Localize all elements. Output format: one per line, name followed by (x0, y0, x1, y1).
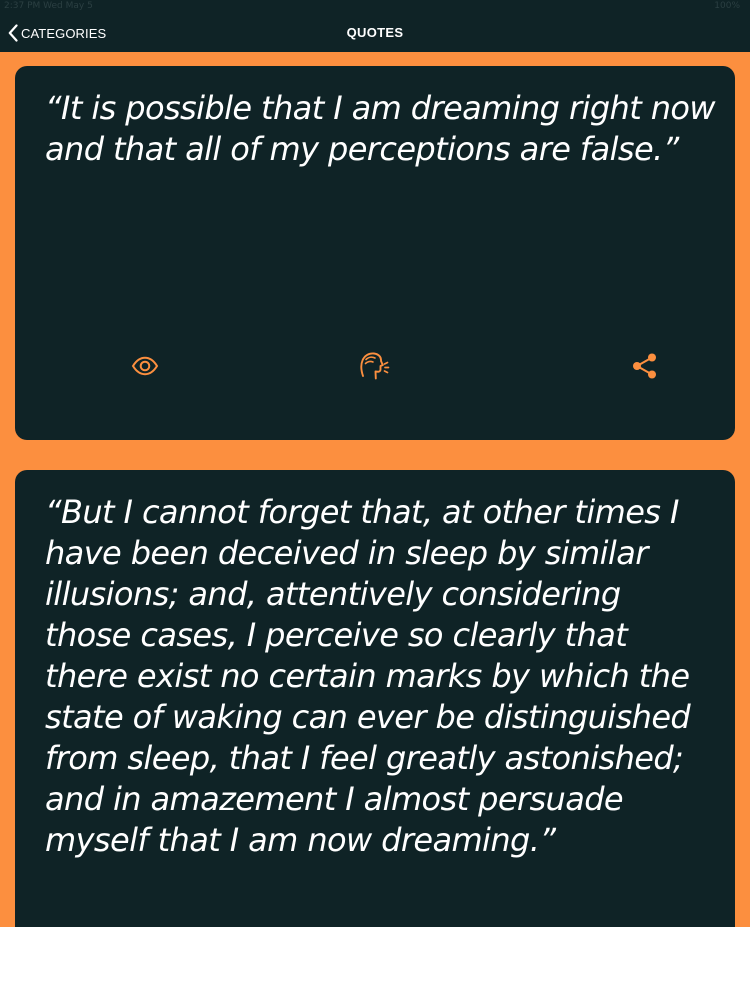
quote-text: “It is possible that I am dreaming right… (45, 89, 716, 168)
eye-icon (131, 356, 159, 380)
share-quote-button[interactable] (628, 352, 662, 384)
quotes-screen: 2:37 PM Wed May 5 100% CATEGORIES QUOTES… (0, 0, 750, 927)
speaking-head-icon (358, 351, 390, 385)
status-bar: 2:37 PM Wed May 5 100% (0, 0, 750, 14)
quote-card: “But I cannot forget that, at other time… (15, 470, 735, 927)
view-quote-button[interactable] (128, 352, 162, 384)
page-title: QUOTES (346, 25, 404, 40)
quote-card: “It is possible that I am dreaming right… (15, 66, 735, 440)
speak-quote-button[interactable] (357, 352, 391, 384)
share-icon (631, 352, 659, 384)
status-battery: 100% (714, 1, 740, 11)
navigation-bar: CATEGORIES QUOTES (0, 14, 750, 52)
quote-text: “But I cannot forget that, at other time… (45, 493, 691, 859)
status-time: 2:37 PM Wed May 5 (4, 1, 93, 11)
quote-actions (15, 352, 735, 384)
